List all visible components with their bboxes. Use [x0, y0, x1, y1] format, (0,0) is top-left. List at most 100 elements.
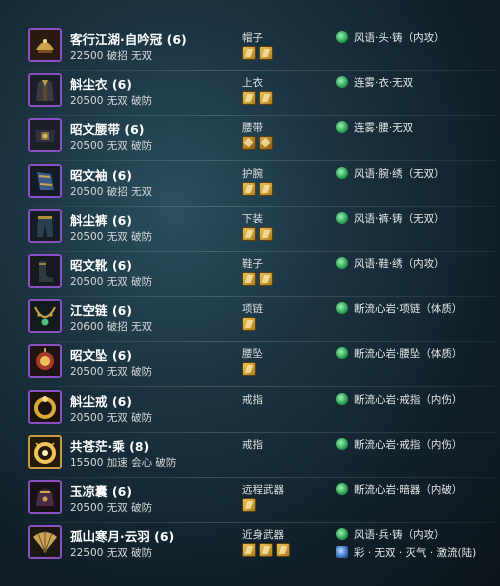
ring-gold-icon[interactable]	[28, 434, 62, 469]
belt-icon[interactable]	[28, 118, 62, 153]
robe-icon[interactable]	[28, 73, 62, 108]
gem-socket-icon[interactable]	[242, 317, 256, 332]
enchant-gem-icon	[336, 302, 348, 315]
enchant-gem-icon	[336, 347, 348, 360]
equipment-row[interactable]: 昭文袖 (6) 20500 破招 无双 护腕 风语·腕·绣（无双）	[22, 162, 496, 207]
item-slot: 腰坠	[242, 348, 263, 361]
item-name: 玉凉囊 (6)	[70, 484, 132, 499]
enchant[interactable]: 连雾·腰·无双	[336, 120, 413, 135]
enchant-label: 风语·腕·绣（无双）	[354, 167, 445, 180]
enchant-label: 风语·兵·铸（内攻）	[354, 529, 445, 542]
item-slot: 护腕	[242, 167, 263, 180]
gem-sockets	[242, 362, 256, 378]
equipment-row[interactable]: 江空链 (6) 20600 破招 无双 项链 断流心岩·项链（体质）	[22, 297, 496, 343]
gem-socket-icon[interactable]	[259, 91, 273, 106]
gem-socket-icon[interactable]	[242, 226, 256, 241]
enchant[interactable]: 断流心岩·暗器（内破）	[336, 482, 462, 497]
gem-socket-icon[interactable]	[242, 91, 256, 106]
item-slot: 下装	[242, 212, 263, 225]
equipment-row[interactable]: 客行江湖·自吟冠 (6) 22500 破招 无双 帽子 风语·头·铸（内攻）	[22, 26, 496, 71]
gem-socket-icon[interactable]	[259, 181, 273, 196]
equipment-row[interactable]: 玉凉囊 (6) 20500 无双 破防 远程武器 断流心岩·暗器（内破）	[22, 478, 496, 523]
enchant-label: 断流心岩·暗器（内破）	[354, 484, 463, 496]
enchant-label: 断流心岩·戒指（内伤）	[354, 438, 463, 451]
gem-socket-icon[interactable]	[242, 46, 256, 60]
equipment-row[interactable]: 昭文坠 (6) 20500 无双 破防 腰坠 断流心岩·腰坠（体质）	[22, 342, 496, 388]
enchant-label: 风语·鞋·绣（内攻）	[354, 258, 445, 270]
item-name: 斛尘裤 (6)	[70, 212, 132, 228]
fan-icon[interactable]	[28, 525, 62, 560]
enchant[interactable]: 断流心岩·戒指（内伤）	[336, 392, 462, 407]
enchant-label: 断流心岩·腰坠（体质）	[354, 348, 463, 361]
item-slot: 戒指	[242, 393, 263, 406]
enchant-gem-icon	[336, 31, 348, 43]
gem-socket-icon[interactable]	[242, 272, 256, 286]
enchant-gem-icon	[336, 166, 348, 179]
item-attributes: 20500 无双 破防	[70, 140, 153, 153]
boots-icon[interactable]	[28, 254, 62, 288]
necklace-icon[interactable]	[28, 299, 62, 334]
enchant-gem-icon	[336, 121, 348, 134]
gem-sockets	[242, 498, 256, 514]
equipment-row[interactable]: 昭文腰带 (6) 20500 无双 破防 腰带 连雾·腰·无双	[22, 116, 496, 162]
enchant[interactable]: 断流心岩·腰坠（体质）	[336, 346, 462, 361]
enchant[interactable]: 断流心岩·项链（体质）	[336, 301, 462, 316]
item-slot: 项链	[242, 303, 263, 316]
gem-socket-icon[interactable]	[259, 272, 273, 286]
item-slot: 近身武器	[242, 529, 284, 542]
equipment-row[interactable]: 共苍茫·乘 (8) 15500 加速 会心 破防 戒指 断流心岩·戒指（内伤）	[22, 433, 496, 478]
colored-gem[interactable]: 彩 · 无双 · 灭气 · 激流(陆)	[336, 545, 476, 560]
item-name: 江空链 (6)	[70, 303, 132, 319]
gem-socket-icon[interactable]	[242, 136, 256, 151]
enchant-label: 连雾·腰·无双	[354, 122, 414, 135]
gem-socket-icon[interactable]	[242, 498, 256, 512]
enchant[interactable]: 断流心岩·戒指（内伤）	[336, 437, 462, 452]
enchant[interactable]: 连雾·衣·无双	[336, 75, 413, 90]
colored-gem-label: 彩 · 无双 · 灭气 · 激流(陆)	[354, 547, 477, 560]
enchant[interactable]: 风语·裤·铸（无双）	[336, 211, 445, 226]
gem-socket-icon[interactable]	[259, 136, 273, 151]
pants-icon[interactable]	[28, 208, 62, 243]
gem-socket-icon[interactable]	[259, 226, 273, 241]
item-attributes: 20600 破招 无双	[70, 321, 153, 334]
bracer-icon[interactable]	[28, 163, 62, 198]
item-slot: 戒指	[242, 438, 263, 451]
item-attributes: 20500 破招 无双	[70, 185, 153, 198]
enchant[interactable]: 风语·鞋·绣（内攻）	[336, 256, 445, 271]
item-attributes: 22500 破招 无双	[70, 50, 153, 62]
item-name: 斛尘戒 (6)	[70, 393, 132, 409]
equipment-row[interactable]: 斛尘裤 (6) 20500 无双 破防 下装 风语·裤·铸（无双）	[22, 207, 496, 252]
gem-socket-icon[interactable]	[242, 362, 256, 377]
colored-gem-icon	[336, 546, 348, 559]
equipment-row[interactable]: 斛尘戒 (6) 20500 无双 破防 戒指 断流心岩·戒指（内伤）	[22, 388, 496, 433]
enchant-label: 风语·头·铸（内攻）	[354, 32, 445, 44]
gem-socket-icon[interactable]	[259, 543, 273, 558]
enchant-label: 风语·裤·铸（无双）	[354, 212, 445, 225]
gem-sockets	[242, 272, 273, 288]
pendant-icon[interactable]	[28, 344, 62, 379]
hat-icon[interactable]	[28, 28, 62, 62]
enchant-gem-icon	[336, 437, 348, 450]
enchant[interactable]: 风语·头·铸（内攻）	[336, 30, 445, 45]
equipment-row[interactable]: 昭文靴 (6) 20500 无双 破防 鞋子 风语·鞋·绣（内攻）	[22, 252, 496, 297]
enchant[interactable]: 风语·腕·绣（无双）	[336, 166, 445, 181]
item-slot: 帽子	[242, 32, 263, 44]
gem-socket-icon[interactable]	[259, 46, 273, 60]
item-slot: 鞋子	[242, 258, 263, 270]
item-name: 昭文袖 (6)	[70, 167, 132, 183]
item-attributes: 22500 无双 破防	[70, 547, 153, 560]
enchant[interactable]: 风语·兵·铸（内攻）	[336, 527, 445, 542]
equipment-row[interactable]: 孤山寒月·云羽 (6) 22500 无双 破防 近身武器 风语·兵·铸（内攻） 彩 · …	[22, 523, 496, 567]
enchant-gem-icon	[336, 528, 348, 541]
gem-socket-icon[interactable]	[242, 181, 256, 196]
item-name: 昭文坠 (6)	[70, 348, 132, 364]
ring-icon[interactable]	[28, 389, 62, 424]
gem-socket-icon[interactable]	[276, 543, 290, 558]
enchant-label: 断流心岩·戒指（内伤）	[354, 393, 463, 406]
gem-socket-icon[interactable]	[242, 543, 256, 558]
item-name: 客行江湖·自吟冠 (6)	[70, 32, 187, 47]
pouch-icon[interactable]	[28, 480, 62, 514]
equipment-row[interactable]: 斛尘衣 (6) 20500 无双 破防 上衣 连雾·衣·无双	[22, 71, 496, 117]
gem-sockets	[242, 136, 273, 152]
gem-sockets	[242, 543, 290, 559]
